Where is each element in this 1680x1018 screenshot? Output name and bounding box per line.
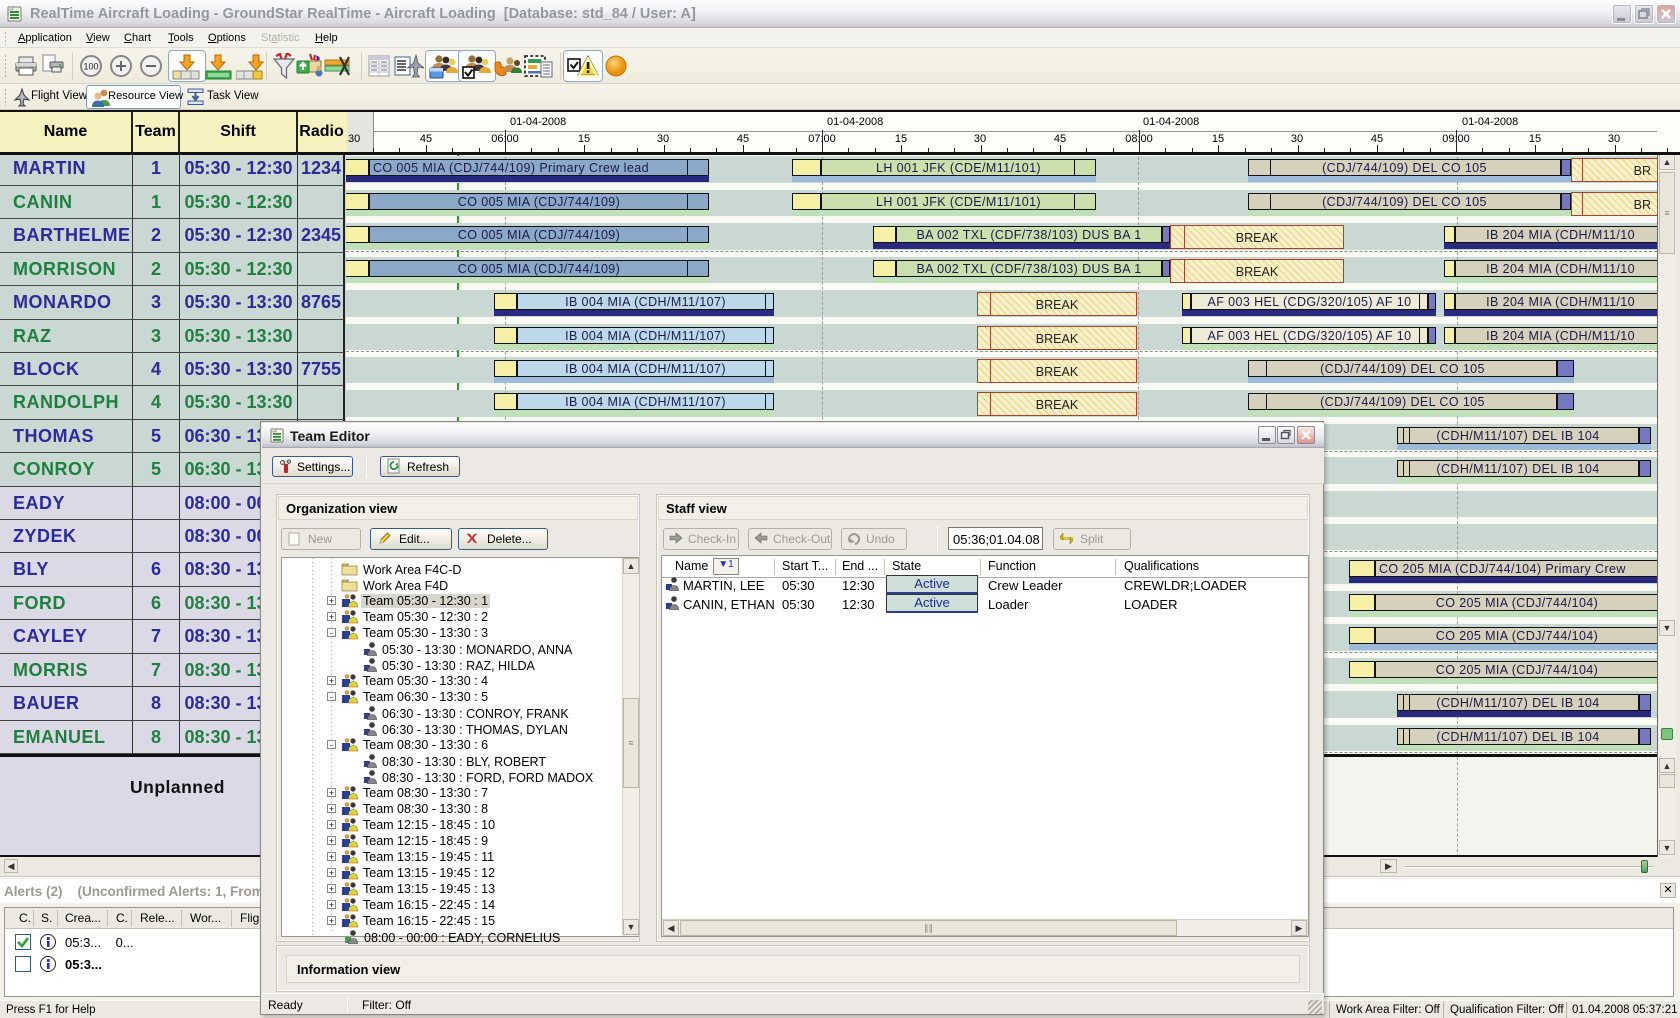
svg-text:100: 100: [83, 62, 98, 72]
